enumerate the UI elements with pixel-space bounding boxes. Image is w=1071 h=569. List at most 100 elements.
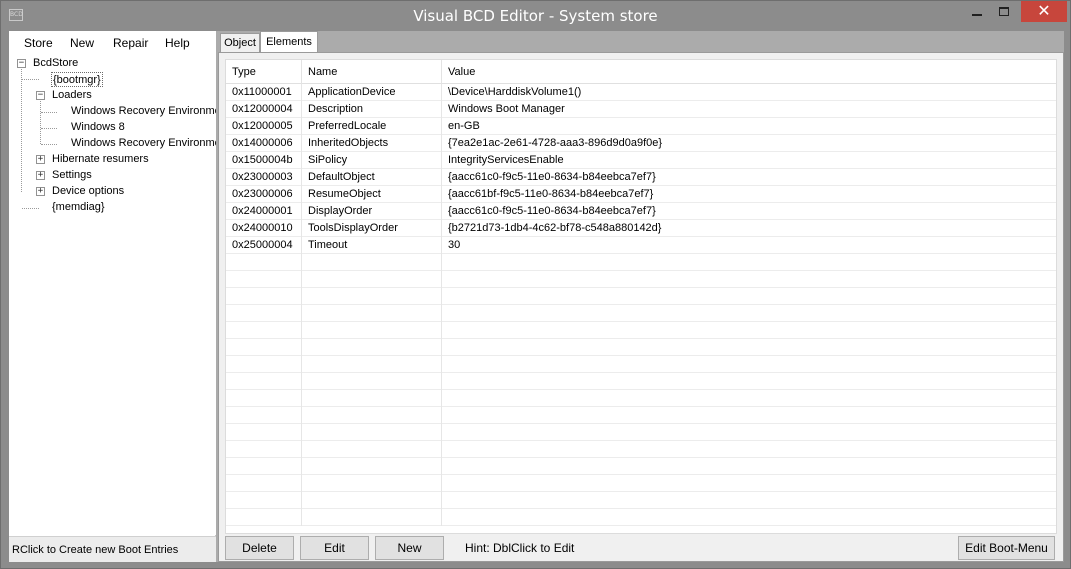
empty-row <box>226 407 1056 424</box>
cell-type[interactable]: 0x23000003 <box>226 169 302 186</box>
minimize-icon <box>972 14 982 16</box>
cell-name[interactable]: InheritedObjects <box>302 135 442 152</box>
cell-value[interactable]: {b2721d73-1db4-4c62-bf78-c548a880142d} <box>442 220 1056 237</box>
expand-icon[interactable]: + <box>36 171 45 180</box>
cell-value <box>442 407 1056 424</box>
column-header-value[interactable]: Value <box>442 60 1056 84</box>
table-row[interactable]: 0x1500004b SiPolicy IntegrityServicesEnabl… <box>226 152 1056 169</box>
cell-value[interactable]: en-GB <box>442 118 1056 135</box>
cell-value <box>442 390 1056 407</box>
cell-name <box>302 441 442 458</box>
table-row[interactable]: 0x23000006 ResumeObject {aacc61bf-f9c5-11e… <box>226 186 1056 203</box>
menu-help[interactable]: Help <box>165 36 190 50</box>
close-button[interactable]: ✕ <box>1021 1 1067 22</box>
expand-icon[interactable]: + <box>36 155 45 164</box>
table-row[interactable]: 0x25000004 Timeout 30 <box>226 237 1056 254</box>
menu-repair[interactable]: Repair <box>113 36 148 50</box>
cell-value <box>442 288 1056 305</box>
cell-name[interactable]: ApplicationDevice <box>302 84 442 101</box>
cell-type[interactable]: 0x11000001 <box>226 84 302 101</box>
table-row[interactable]: 0x24000010 ToolsDisplayOrder {b2721d73-1db… <box>226 220 1056 237</box>
cell-value <box>442 339 1056 356</box>
new-button[interactable]: New <box>375 536 444 560</box>
table-row[interactable]: 0x23000003 DefaultObject {aacc61c0-f9c5-11… <box>226 169 1056 186</box>
cell-name <box>302 458 442 475</box>
expand-icon[interactable]: + <box>36 187 45 196</box>
cell-type[interactable]: 0x23000006 <box>226 186 302 203</box>
maximize-button[interactable] <box>991 1 1018 22</box>
cell-value <box>442 373 1056 390</box>
cell-type[interactable]: 0x1500004b <box>226 152 302 169</box>
column-header-name[interactable]: Name <box>302 60 442 84</box>
cell-value[interactable]: \Device\HarddiskVolume1() <box>442 84 1056 101</box>
cell-type <box>226 288 302 305</box>
cell-name[interactable]: DisplayOrder <box>302 203 442 220</box>
cell-name[interactable]: Timeout <box>302 237 442 254</box>
empty-row <box>226 339 1056 356</box>
tree-node-bcdstore[interactable]: BcdStore <box>33 56 78 71</box>
empty-row <box>226 288 1056 305</box>
cell-type[interactable]: 0x12000005 <box>226 118 302 135</box>
cell-name[interactable]: PreferredLocale <box>302 118 442 135</box>
cell-name <box>302 407 442 424</box>
elements-table[interactable]: Type Name Value 0x11000001 ApplicationDev… <box>225 59 1057 534</box>
collapse-icon[interactable]: − <box>36 91 45 100</box>
cell-value[interactable]: 30 <box>442 237 1056 254</box>
cell-name[interactable]: DefaultObject <box>302 169 442 186</box>
tab-strip: Object Elements <box>218 31 1064 53</box>
cell-value <box>442 509 1056 526</box>
tree-line <box>21 67 22 192</box>
edit-boot-menu-button[interactable]: Edit Boot-Menu <box>958 536 1055 560</box>
cell-type <box>226 492 302 509</box>
status-text: RClick to Create new Boot Entries <box>12 544 179 556</box>
cell-value[interactable]: IntegrityServicesEnable <box>442 152 1056 169</box>
cell-name[interactable]: SiPolicy <box>302 152 442 169</box>
tab-elements[interactable]: Elements <box>260 31 318 53</box>
tree-node-hibernate[interactable]: Hibernate resumers <box>52 152 149 167</box>
table-row[interactable]: 0x12000004 Description Windows Boot Manage… <box>226 101 1056 118</box>
delete-button[interactable]: Delete <box>225 536 294 560</box>
table-row[interactable]: 0x14000006 InheritedObjects {7ea2e1ac-2e61… <box>226 135 1056 152</box>
cell-name[interactable]: ToolsDisplayOrder <box>302 220 442 237</box>
menu-new[interactable]: New <box>70 36 94 50</box>
cell-type[interactable]: 0x12000004 <box>226 101 302 118</box>
cell-value[interactable]: {aacc61bf-f9c5-11e0-8634-b84eebca7ef7} <box>442 186 1056 203</box>
cell-value[interactable]: {aacc61c0-f9c5-11e0-8634-b84eebca7ef7} <box>442 203 1056 220</box>
cell-value[interactable]: {aacc61c0-f9c5-11e0-8634-b84eebca7ef7} <box>442 169 1056 186</box>
tree-node-device-options[interactable]: Device options <box>52 184 124 199</box>
empty-row <box>226 475 1056 492</box>
cell-value[interactable]: {7ea2e1ac-2e61-4728-aaa3-896d9d0a9f0e} <box>442 135 1056 152</box>
edit-button[interactable]: Edit <box>300 536 369 560</box>
cell-type <box>226 458 302 475</box>
collapse-icon[interactable]: − <box>17 59 26 68</box>
tree-node-loaders[interactable]: Loaders <box>52 88 92 103</box>
close-icon: ✕ <box>1037 1 1051 20</box>
cell-type[interactable]: 0x14000006 <box>226 135 302 152</box>
tree-node-loader[interactable]: Windows Recovery Environme <box>71 104 216 119</box>
table-row[interactable]: 0x12000005 PreferredLocale en-GB <box>226 118 1056 135</box>
cell-name[interactable]: ResumeObject <box>302 186 442 203</box>
cell-type[interactable]: 0x24000001 <box>226 203 302 220</box>
title-bar[interactable]: BCD Visual BCD Editor - System store ✕ <box>1 1 1070 31</box>
tree-node-loader[interactable]: Windows Recovery Environme <box>71 136 216 151</box>
tab-object[interactable]: Object <box>220 33 260 53</box>
tree-node-loader[interactable]: Windows 8 <box>71 120 125 135</box>
tree-node-bootmgr[interactable]: {bootmgr} <box>51 72 103 87</box>
menu-bar: Store New Repair Help <box>9 31 216 55</box>
cell-name <box>302 339 442 356</box>
cell-type <box>226 373 302 390</box>
empty-row <box>226 271 1056 288</box>
minimize-button[interactable] <box>964 1 990 22</box>
column-header-type[interactable]: Type <box>226 60 302 84</box>
tree-node-settings[interactable]: Settings <box>52 168 92 183</box>
cell-type <box>226 424 302 441</box>
cell-type[interactable]: 0x24000010 <box>226 220 302 237</box>
cell-name[interactable]: Description <box>302 101 442 118</box>
bcd-tree[interactable]: − BcdStore {bootmgr} − Loaders Windows R… <box>9 55 216 535</box>
cell-type[interactable]: 0x25000004 <box>226 237 302 254</box>
tree-node-memdiag[interactable]: {memdiag} <box>52 200 105 215</box>
table-row[interactable]: 0x11000001 ApplicationDevice \Device\Hardd… <box>226 84 1056 101</box>
cell-value[interactable]: Windows Boot Manager <box>442 101 1056 118</box>
menu-store[interactable]: Store <box>24 36 53 50</box>
table-row[interactable]: 0x24000001 DisplayOrder {aacc61c0-f9c5-11e… <box>226 203 1056 220</box>
